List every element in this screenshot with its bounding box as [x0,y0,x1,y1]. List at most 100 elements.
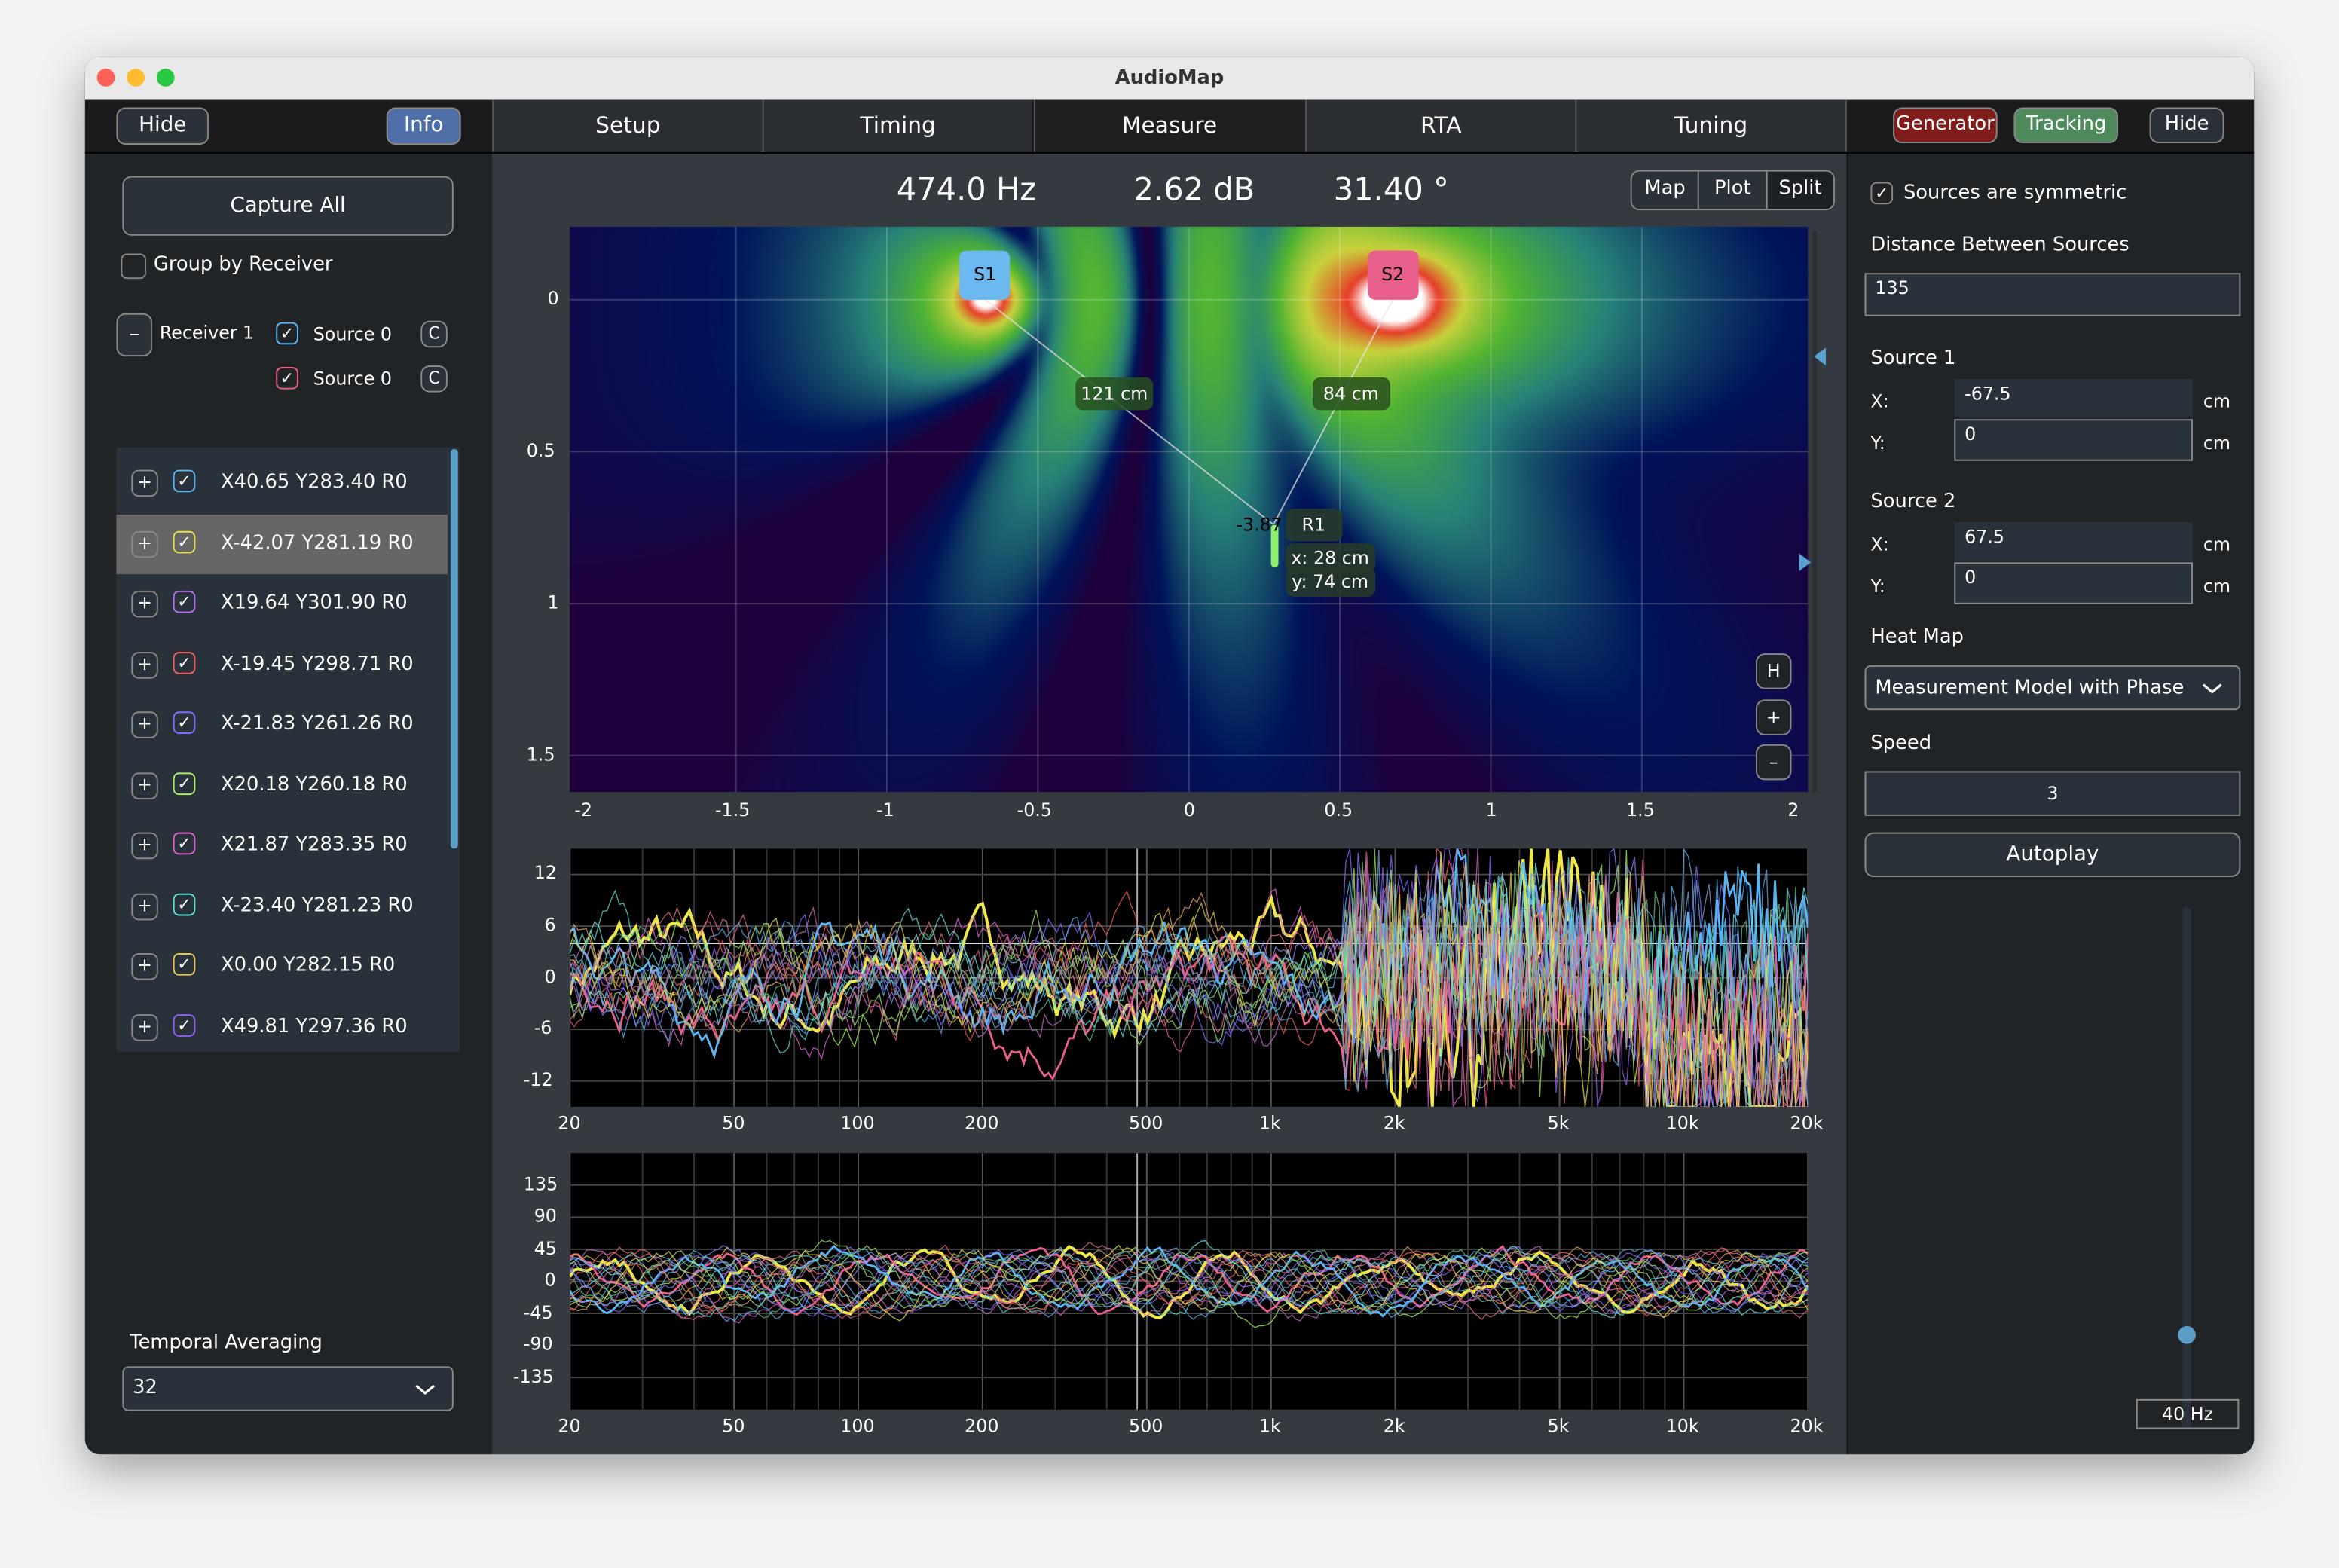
source1-label: Source 1 [1870,347,1956,370]
expand-button[interactable]: + [131,469,158,497]
measurement-checkbox[interactable]: ✓ [173,1013,196,1036]
hide-left-panel-button[interactable]: Hide [116,107,209,145]
source-c-button[interactable]: C [420,320,448,348]
measurement-row[interactable]: + ✓ X-19.45 Y298.71 R0 [116,634,447,694]
measurement-row[interactable]: + ✓ X40.65 Y283.40 R0 [116,454,447,513]
measurement-checkbox[interactable]: ✓ [173,530,196,553]
source-marker-s2[interactable]: S2 [1367,250,1418,300]
tracking-button[interactable]: Tracking [2013,107,2119,144]
frequency-slider-track[interactable] [2182,906,2192,1429]
source2-x-input[interactable]: 67.5 [1954,521,2194,561]
speed-input[interactable]: 3 [1864,771,2241,816]
distance-input[interactable]: 135 [1864,273,2241,316]
measurement-row[interactable]: + ✓ X0.00 Y282.15 R0 [116,937,447,996]
autoplay-button[interactable]: Autoplay [1864,832,2241,878]
source-c-button[interactable]: C [420,365,448,393]
measurement-checkbox[interactable]: ✓ [173,832,196,855]
x-tick-label: 2k [1383,1112,1405,1134]
phase-plot[interactable] [570,1153,1809,1410]
source1-y-input[interactable]: 0 [1954,419,2194,461]
close-window-button[interactable] [96,69,115,87]
checkmark-icon: ✓ [177,713,191,732]
source-marker-s1[interactable]: S1 [959,250,1011,300]
expand-button[interactable]: + [131,651,158,678]
measurement-label: X19.64 Y301.90 R0 [220,591,408,615]
hide-right-panel-button[interactable]: Hide [2149,107,2224,144]
receiver-y-label: y: 74 cm [1285,566,1375,597]
measurement-label: X40.65 Y283.40 R0 [220,471,408,494]
tab-timing[interactable]: Timing [762,99,1032,152]
measurement-label: X20.18 Y260.18 R0 [220,773,408,796]
maximize-window-button[interactable] [156,69,175,87]
x-tick-label: 20 [558,1415,581,1437]
plot-view-button[interactable]: Plot [1699,171,1768,209]
tab-measure[interactable]: Measure [1033,99,1304,152]
measurement-checkbox[interactable]: ✓ [173,590,196,613]
x-tick-label: 100 [840,1112,875,1134]
expand-button[interactable]: + [131,892,158,920]
source-checkbox[interactable]: ✓ [276,366,298,390]
expand-button[interactable]: + [131,952,158,980]
receiver-marker-r1[interactable]: R1 [1285,508,1342,541]
temporal-averaging-dropdown[interactable]: 32 [122,1366,454,1411]
measurement-row[interactable]: + ✓ X-42.07 Y281.19 R0 [116,513,448,574]
split-view-button[interactable]: Split [1767,171,1833,209]
measurement-checkbox[interactable]: ✓ [173,711,196,734]
tab-setup[interactable]: Setup [492,99,763,152]
zoom-out-button[interactable]: – [1755,744,1792,781]
source1-x-input[interactable]: -67.5 [1954,378,2194,418]
measurement-row[interactable]: + ✓ X-21.83 Y261.26 R0 [116,695,447,754]
heatmap-scrollbar[interactable] [1812,231,1818,793]
measurement-label: X-42.07 Y281.19 R0 [220,531,414,555]
info-button[interactable]: Info [386,107,461,145]
x-tick-label: -0.5 [1017,799,1052,821]
expand-button[interactable]: + [131,530,158,558]
map-view-button[interactable]: Map [1631,171,1700,209]
heat-map-dropdown[interactable]: Measurement Model with Phase [1864,665,2241,711]
measurement-checkbox[interactable]: ✓ [173,892,196,915]
tab-rta[interactable]: RTA [1305,99,1576,152]
h-button[interactable]: H [1755,653,1792,689]
measurement-row[interactable]: + ✓ X21.87 Y283.35 R0 [116,816,447,876]
measurement-label: X21.87 Y283.35 R0 [220,833,408,857]
zoom-in-button[interactable]: + [1755,699,1792,735]
expand-button[interactable]: + [131,1013,158,1041]
settings-panel: ✓ Sources are symmetric Distance Between… [1846,153,2255,1455]
measure-view: 474.0 Hz 2.62 dB 31.40 ° Map Plot Split … [492,153,1847,1455]
expand-button[interactable]: + [131,832,158,860]
x-tick-label: 10k [1665,1415,1699,1437]
source2-y-input[interactable]: 0 [1954,562,2194,604]
heatmap-overlay [570,226,1809,793]
frequency-readout: 474.0 Hz [896,171,1037,208]
collapse-receiver-button[interactable]: – [116,313,152,357]
measurement-row[interactable]: + ✓ X20.18 Y260.18 R0 [116,756,447,815]
expand-button[interactable]: + [131,590,158,618]
measurement-row[interactable]: + ✓ X-23.40 Y281.23 R0 [116,876,447,936]
minimize-window-button[interactable] [127,69,145,87]
x-tick-label: 5k [1547,1415,1570,1437]
measurements-panel: Capture All Group by Receiver – Receiver… [84,153,493,1455]
measurement-checkbox[interactable]: ✓ [173,952,196,976]
source-checkbox[interactable]: ✓ [276,322,298,345]
y-tick-label: 1.5 [526,743,555,765]
group-by-receiver-checkbox[interactable] [121,253,147,280]
sources-symmetric-checkbox[interactable]: ✓ [1870,182,1894,205]
source1-x-label: X: [1870,390,1889,412]
measurement-row[interactable]: + ✓ X19.64 Y301.90 R0 [116,574,447,634]
capture-all-button[interactable]: Capture All [122,176,454,236]
expand-button[interactable]: + [131,772,158,799]
measurement-checkbox[interactable]: ✓ [173,772,196,795]
title-bar: AudioMap [84,57,2255,100]
x-tick-label: -1 [876,799,894,821]
magnitude-plot[interactable] [570,848,1809,1107]
measurement-row[interactable]: + ✓ X49.81 Y297.36 R0 [116,997,447,1056]
generator-button[interactable]: Generator [1893,107,1998,144]
tab-tuning[interactable]: Tuning [1575,99,1847,152]
expand-button[interactable]: + [131,711,158,738]
list-scrollbar[interactable] [450,448,458,849]
measurement-checkbox[interactable]: ✓ [173,469,196,493]
source-label: Source 0 [313,368,392,390]
frequency-slider-handle[interactable] [2178,1325,2196,1344]
y-tick-label: 6 [544,914,556,935]
measurement-checkbox[interactable]: ✓ [173,651,196,674]
